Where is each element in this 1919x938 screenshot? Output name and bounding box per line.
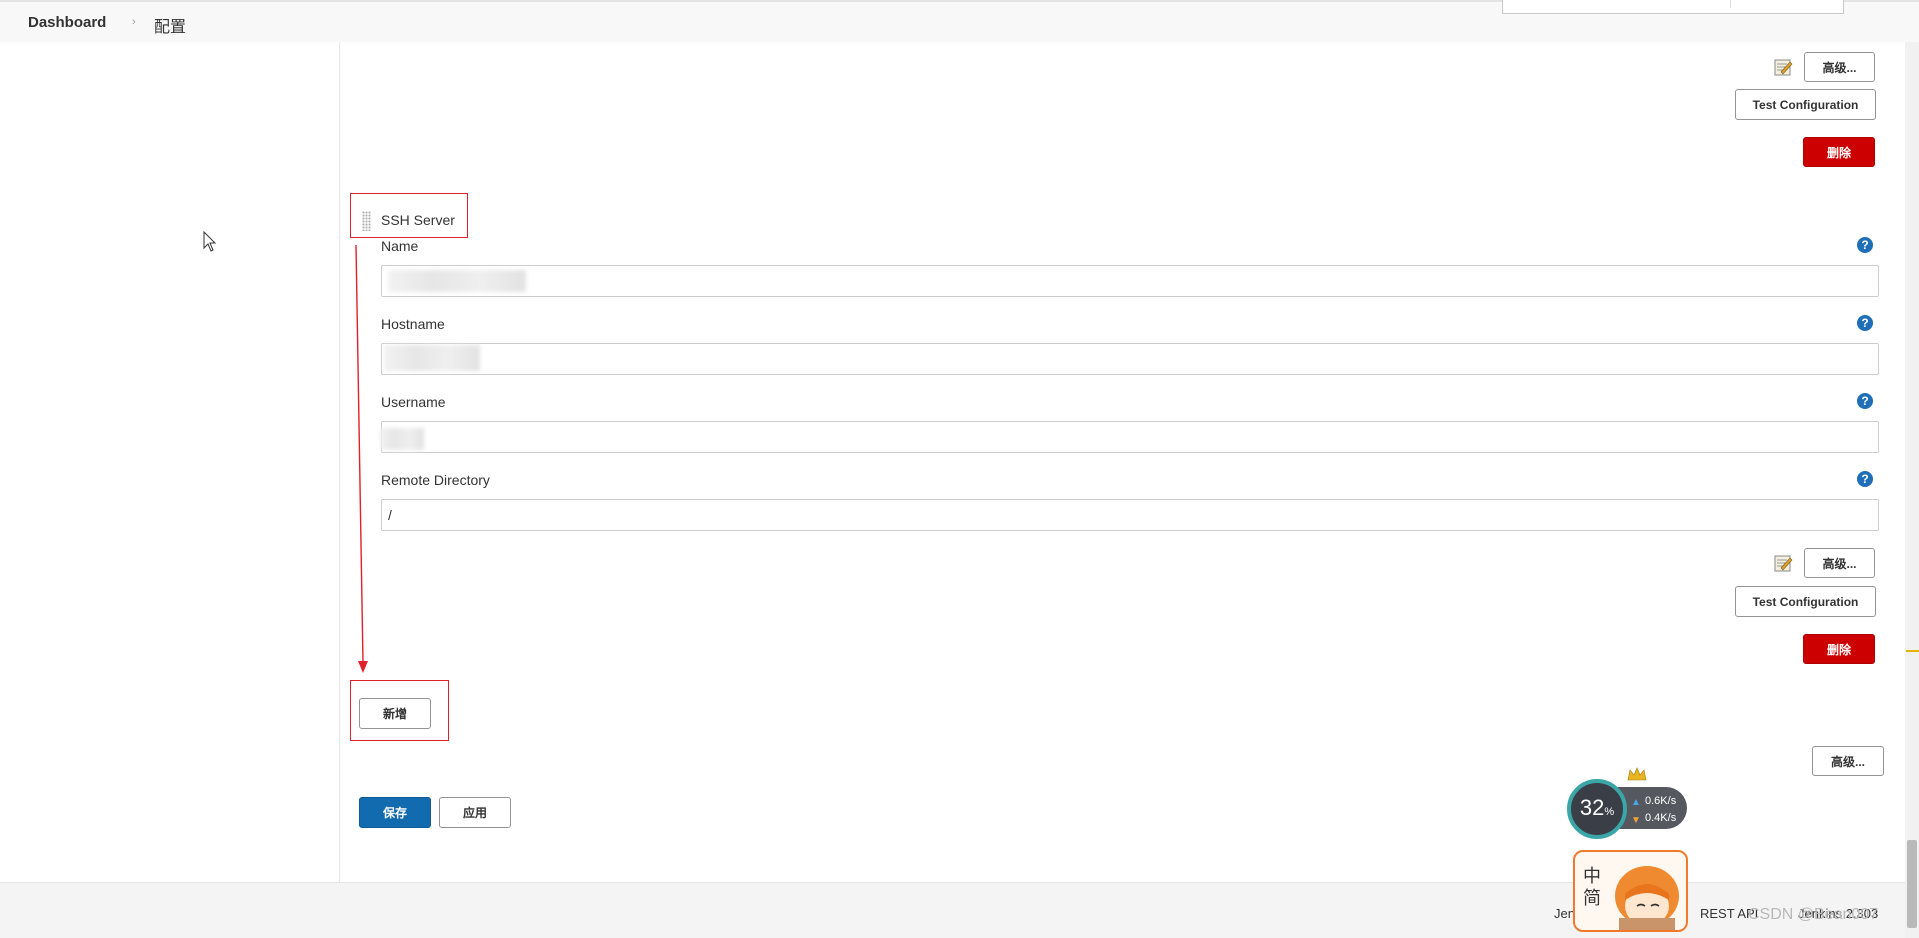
notepad-icon[interactable] (1773, 57, 1793, 77)
help-icon[interactable]: ? (1857, 471, 1873, 487)
test-configuration-button[interactable]: Test Configuration (1735, 89, 1876, 120)
breadcrumb-separator-icon: › (132, 16, 136, 28)
footer-jenkins-link[interactable]: Jen (1554, 906, 1575, 921)
save-button[interactable]: 保存 (359, 797, 431, 828)
drag-handle-icon[interactable] (362, 211, 371, 231)
mouse-cursor-icon (203, 231, 217, 252)
advanced-button[interactable]: 高级... (1812, 746, 1884, 776)
advanced-button[interactable]: 高级... (1804, 548, 1875, 578)
section-title: SSH Server (381, 212, 455, 228)
crown-icon (1627, 767, 1647, 781)
remote-directory-input[interactable] (381, 499, 1879, 531)
scroll-marker (1906, 650, 1919, 652)
notepad-icon[interactable] (1773, 553, 1793, 573)
hostname-label: Hostname (381, 316, 445, 332)
redacted-value (388, 270, 526, 292)
name-label: Name (381, 238, 419, 254)
scrollbar[interactable] (1905, 42, 1919, 938)
ime-avatar-widget[interactable]: 中 简 (1573, 850, 1688, 932)
help-icon[interactable]: ? (1857, 237, 1873, 253)
username-label: Username (381, 394, 446, 410)
name-input[interactable] (381, 265, 1879, 297)
help-icon[interactable]: ? (1857, 393, 1873, 409)
add-server-button[interactable]: 新增 (359, 698, 431, 729)
upload-rate: 0.6K/s (1645, 795, 1677, 807)
scrollbar-thumb[interactable] (1907, 840, 1917, 928)
breadcrumb-current-page: 配置 (154, 19, 187, 36)
upload-arrow-icon: ▲ (1631, 797, 1641, 808)
net-monitor-widget[interactable]: 32% ▲ 0.6K/s ▼ 0.4K/s (1567, 767, 1689, 839)
advanced-button[interactable]: 高级... (1804, 52, 1875, 82)
annotation-arrow (355, 244, 368, 673)
test-configuration-button[interactable]: Test Configuration (1735, 586, 1876, 617)
download-rate: 0.4K/s (1645, 812, 1677, 824)
hostname-input[interactable] (381, 343, 1879, 375)
anime-avatar-icon (1615, 866, 1679, 930)
username-input[interactable] (381, 421, 1879, 453)
help-icon[interactable]: ? (1857, 315, 1873, 331)
redacted-value (380, 428, 424, 450)
side-panel-divider (339, 42, 340, 882)
remote-directory-label: Remote Directory (381, 472, 490, 488)
redacted-value (384, 345, 480, 371)
delete-server-button[interactable]: 删除 (1803, 137, 1875, 167)
breadcrumb-dashboard-link[interactable]: Dashboard (28, 14, 106, 31)
cpu-percent: 32% (1579, 795, 1615, 820)
dropdown-popup-fragment (1502, 0, 1844, 14)
delete-server-button[interactable]: 删除 (1803, 634, 1875, 664)
download-arrow-icon: ▼ (1631, 815, 1641, 826)
ime-mode-char: 简 (1583, 888, 1601, 909)
apply-button[interactable]: 应用 (439, 797, 511, 828)
watermark: CSDN @Bean007 (1748, 906, 1879, 923)
